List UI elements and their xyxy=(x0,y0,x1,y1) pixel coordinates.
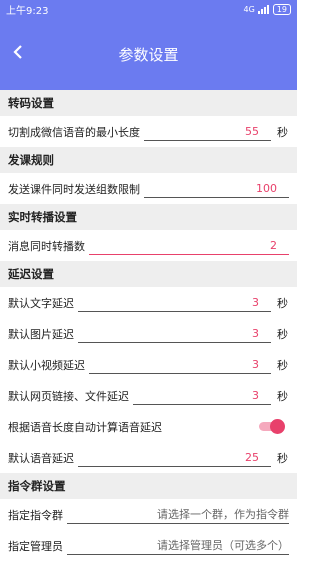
text-delay-input[interactable]: 3 xyxy=(78,293,271,312)
app-bar: 参数设置 xyxy=(0,18,297,90)
forward-label: 消息同时转播数 xyxy=(8,239,85,253)
link-delay-value: 3 xyxy=(252,388,259,402)
auto-delay-label: 根据语音长度自动计算语音延迟 xyxy=(8,420,162,434)
link-delay-row: 默认网页链接、文件延迟 3 秒 xyxy=(0,380,297,411)
signal-icon xyxy=(257,4,269,14)
voice-delay-input[interactable]: 25 xyxy=(78,448,271,467)
command-group-row: 指定指令群 请选择一个群，作为指令群 xyxy=(0,499,297,530)
voice-delay-value: 25 xyxy=(245,450,259,464)
network-label: 4G xyxy=(243,4,255,14)
min-length-row: 切割成微信语音的最小长度 55 秒 xyxy=(0,116,297,147)
min-length-unit: 秒 xyxy=(277,125,288,139)
command-group-label: 指定指令群 xyxy=(8,508,63,522)
image-delay-value: 3 xyxy=(252,326,259,340)
group-limit-input[interactable]: 100 xyxy=(144,179,289,198)
video-delay-row: 默认小视频延迟 3 秒 xyxy=(0,349,297,380)
forward-input[interactable]: 2 xyxy=(89,236,289,255)
min-length-input[interactable]: 55 xyxy=(144,122,271,141)
admin-row: 指定管理员 请选择管理员（可选多个） xyxy=(0,530,297,561)
command-group-select[interactable]: 请选择一个群，作为指令群 xyxy=(67,505,289,524)
voice-delay-unit: 秒 xyxy=(277,451,288,465)
text-delay-value: 3 xyxy=(252,295,259,309)
image-delay-unit: 秒 xyxy=(277,327,288,341)
video-delay-value: 3 xyxy=(252,357,259,371)
min-length-label: 切割成微信语音的最小长度 xyxy=(8,125,140,139)
battery-icon: 19 xyxy=(272,3,291,15)
group-limit-row: 发送课件同时发送组数限制 100 xyxy=(0,173,297,204)
video-delay-input[interactable]: 3 xyxy=(89,355,271,374)
voice-delay-row: 默认语音延迟 25 秒 xyxy=(0,442,297,473)
image-delay-label: 默认图片延迟 xyxy=(8,327,74,341)
forward-value: 2 xyxy=(270,238,277,252)
auto-delay-row: 根据语音长度自动计算语音延迟 xyxy=(0,411,297,442)
section-live: 实时转播设置 xyxy=(0,204,297,230)
admin-select[interactable]: 请选择管理员（可选多个） xyxy=(67,536,289,555)
link-delay-unit: 秒 xyxy=(277,389,288,403)
text-delay-unit: 秒 xyxy=(277,296,288,310)
group-limit-value: 100 xyxy=(256,181,277,195)
link-delay-input[interactable]: 3 xyxy=(133,386,271,405)
status-bar: 上午9:23 4G 19 xyxy=(0,0,297,18)
status-time: 上午9:23 xyxy=(6,5,49,17)
command-group-placeholder: 请选择一个群，作为指令群 xyxy=(157,508,289,521)
toggle-knob xyxy=(270,419,285,434)
auto-delay-toggle[interactable] xyxy=(259,419,285,434)
video-delay-unit: 秒 xyxy=(277,358,288,372)
text-delay-label: 默认文字延迟 xyxy=(8,296,74,310)
section-transcode: 转码设置 xyxy=(0,90,297,116)
section-course: 发课规则 xyxy=(0,147,297,173)
text-delay-row: 默认文字延迟 3 秒 xyxy=(0,287,297,318)
forward-row: 消息同时转播数 2 xyxy=(0,230,297,261)
image-delay-row: 默认图片延迟 3 秒 xyxy=(0,318,297,349)
status-icons: 4G 19 xyxy=(243,3,291,15)
link-delay-label: 默认网页链接、文件延迟 xyxy=(8,389,129,403)
image-delay-input[interactable]: 3 xyxy=(78,324,271,343)
section-command: 指令群设置 xyxy=(0,473,297,499)
voice-delay-label: 默认语音延迟 xyxy=(8,451,74,465)
group-limit-label: 发送课件同时发送组数限制 xyxy=(8,182,140,196)
admin-label: 指定管理员 xyxy=(8,539,63,553)
admin-placeholder: 请选择管理员（可选多个） xyxy=(157,539,289,552)
section-delay: 延迟设置 xyxy=(0,261,297,287)
video-delay-label: 默认小视频延迟 xyxy=(8,358,85,372)
page-title: 参数设置 xyxy=(118,46,179,64)
min-length-value: 55 xyxy=(245,124,259,138)
